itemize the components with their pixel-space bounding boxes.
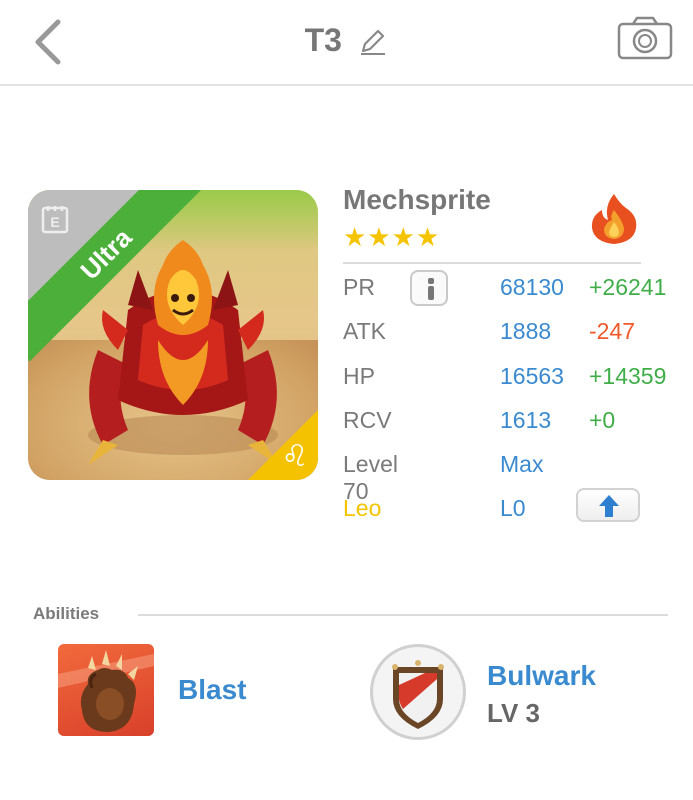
level-value: Max [500, 451, 544, 477]
arrow-up-icon [599, 495, 619, 517]
claw-icon[interactable] [58, 644, 154, 736]
stat-label: HP [343, 363, 375, 389]
camera-icon[interactable] [617, 16, 673, 60]
zodiac-label: Leo [343, 495, 382, 521]
stat-diff: +26241 [589, 274, 667, 300]
info-button[interactable] [410, 270, 448, 306]
info-icon-dot [428, 278, 434, 284]
claw-graphic [58, 650, 154, 732]
shield-graphic [392, 660, 444, 729]
notebook-icon[interactable]: E [40, 204, 70, 234]
ability-name-blast[interactable]: Blast [178, 674, 246, 706]
ability-level: LV 3 [487, 698, 540, 728]
title-group: T3 [0, 22, 693, 59]
abilities-heading: Abilities [33, 604, 100, 623]
stat-value: 68130 [500, 274, 564, 300]
pencil-icon[interactable] [358, 26, 388, 56]
stat-value: 1613 [500, 407, 552, 433]
top-bar: T3 [0, 0, 693, 86]
monster-name: Mechsprite [343, 184, 491, 215]
abilities-divider [138, 614, 668, 616]
stat-value: 1888 [500, 318, 552, 344]
stat-value: 16563 [500, 363, 564, 389]
zodiac-upgrade-button[interactable] [576, 488, 640, 522]
zodiac-level-value: L0 [500, 495, 526, 521]
stat-diff: +14359 [589, 363, 667, 389]
leo-icon: ♌ [281, 440, 309, 473]
ability-name-bulwark[interactable]: Bulwark [487, 660, 596, 692]
page-title[interactable]: T3 [305, 22, 342, 59]
monster-portrait-card[interactable]: E Ultra ♌ [28, 190, 318, 480]
stat-label: ATK [343, 318, 387, 344]
shield-icon[interactable] [370, 644, 466, 740]
stat-label: PR [343, 274, 375, 300]
svg-text:E: E [50, 214, 59, 230]
stat-diff: -247 [589, 318, 636, 344]
fire-icon [591, 194, 637, 244]
info-icon-bar [428, 286, 434, 300]
name-divider [343, 262, 641, 264]
star-rating: ★★★★ [343, 222, 441, 252]
stat-label: RCV [343, 407, 392, 433]
stat-diff: +0 [589, 407, 616, 433]
